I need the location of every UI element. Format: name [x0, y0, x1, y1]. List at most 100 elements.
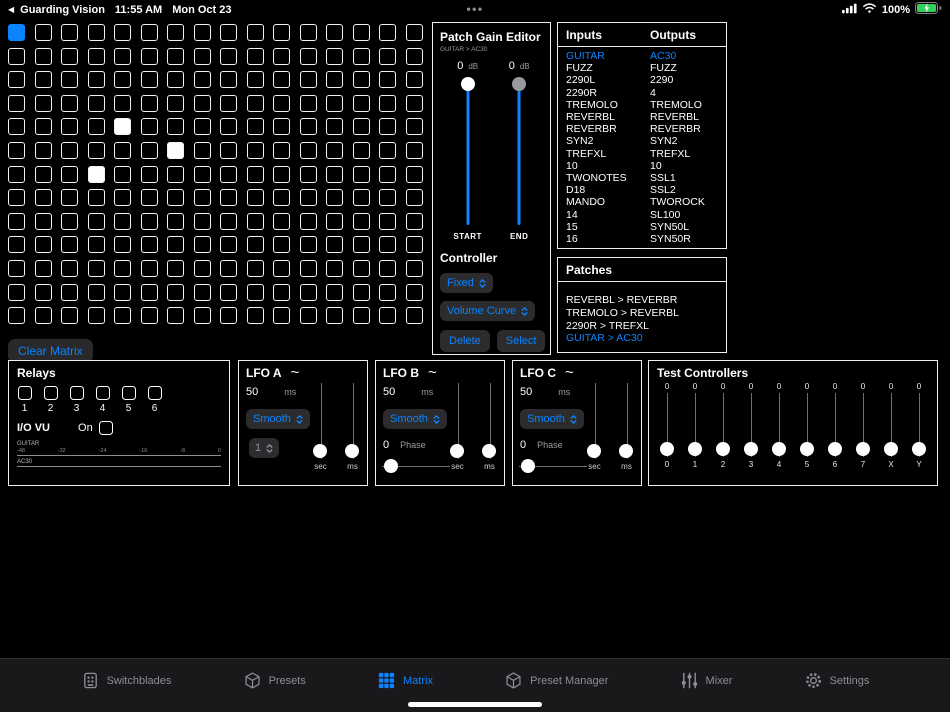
matrix-cell-r1-c8[interactable] [220, 47, 237, 65]
lfo-sec-slider[interactable] [587, 383, 602, 459]
matrix-cell-r7-c4[interactable] [114, 189, 131, 207]
matrix-cell-r12-c7[interactable] [193, 307, 211, 325]
matrix-cell-r6-c11[interactable] [299, 165, 317, 183]
matrix-cell-r5-c15[interactable] [405, 141, 423, 159]
lfo-ms-knob[interactable] [345, 444, 359, 458]
test-slider-track[interactable] [743, 393, 759, 457]
matrix-cell-r1-c3[interactable] [87, 47, 105, 65]
matrix-cell-r5-c0[interactable] [8, 141, 25, 159]
matrix-cell-r10-c3[interactable] [87, 259, 105, 277]
matrix-cell-r9-c8[interactable] [220, 236, 237, 254]
matrix-cell-r1-c12[interactable] [326, 47, 343, 65]
matrix-cell-r7-c13[interactable] [352, 189, 370, 207]
matrix-cell-r6-c0[interactable] [8, 165, 25, 183]
matrix-cell-r9-c0[interactable] [8, 236, 25, 254]
matrix-cell-r3-c4[interactable] [114, 94, 131, 112]
matrix-cell-r1-c14[interactable] [379, 47, 396, 65]
matrix-cell-r0-c9[interactable] [246, 24, 264, 41]
lfo-phase-knob[interactable] [521, 459, 535, 473]
matrix-cell-r4-c1[interactable] [34, 118, 52, 136]
output-item[interactable]: 4 [650, 87, 726, 99]
relay-checkbox-5[interactable] [121, 386, 136, 400]
matrix-cell-r10-c15[interactable] [405, 259, 423, 277]
matrix-cell-r8-c9[interactable] [246, 212, 264, 230]
matrix-cell-r10-c6[interactable] [167, 259, 184, 277]
matrix-cell-r6-c1[interactable] [34, 165, 52, 183]
matrix-cell-r6-c2[interactable] [61, 165, 78, 183]
matrix-cell-r4-c9[interactable] [246, 118, 264, 136]
test-slider-knob[interactable] [715, 442, 730, 456]
matrix-cell-r2-c9[interactable] [246, 71, 264, 89]
matrix-cell-r9-c14[interactable] [379, 236, 396, 254]
matrix-cell-r5-c4[interactable] [114, 141, 131, 159]
matrix-cell-r7-c7[interactable] [193, 189, 211, 207]
test-slider-knob[interactable] [659, 442, 674, 456]
matrix-cell-r11-c7[interactable] [193, 283, 211, 301]
matrix-cell-r3-c6[interactable] [167, 94, 184, 112]
test-slider-track[interactable] [827, 393, 843, 457]
matrix-cell-r4-c0[interactable] [8, 118, 25, 136]
matrix-cell-r10-c0[interactable] [8, 259, 25, 277]
matrix-cell-r4-c2[interactable] [61, 118, 78, 136]
matrix-cell-r6-c6[interactable] [167, 165, 184, 183]
input-item[interactable]: MANDO [566, 196, 642, 208]
input-item[interactable]: REVERBR [566, 123, 642, 135]
matrix-cell-r7-c5[interactable] [140, 189, 158, 207]
relay-checkbox-1[interactable] [17, 386, 32, 400]
matrix-cell-r0-c4[interactable] [114, 24, 131, 41]
matrix-cell-r5-c11[interactable] [299, 141, 317, 159]
matrix-cell-r1-c15[interactable] [405, 47, 423, 65]
output-item[interactable]: SSL2 [650, 184, 726, 196]
lfo-phase-knob[interactable] [384, 459, 398, 473]
matrix-cell-r2-c12[interactable] [326, 71, 343, 89]
matrix-cell-r7-c2[interactable] [61, 189, 78, 207]
matrix-cell-r11-c4[interactable] [114, 283, 131, 301]
matrix-cell-r9-c9[interactable] [246, 236, 264, 254]
test-slider-track[interactable] [799, 393, 815, 457]
matrix-cell-r10-c10[interactable] [273, 259, 290, 277]
matrix-cell-r5-c9[interactable] [246, 141, 264, 159]
lfo-ms-knob[interactable] [482, 444, 496, 458]
lfo-ms-slider[interactable] [619, 383, 634, 459]
matrix-cell-r11-c3[interactable] [87, 283, 105, 301]
matrix-cell-r5-c7[interactable] [193, 141, 211, 159]
matrix-cell-r8-c4[interactable] [114, 212, 131, 230]
sine-wave-icon[interactable]: ~ [428, 365, 437, 380]
test-slider-track[interactable] [771, 393, 787, 457]
input-item[interactable]: 2290L [566, 74, 642, 86]
matrix-cell-r9-c3[interactable] [87, 236, 105, 254]
matrix-cell-r1-c13[interactable] [352, 47, 370, 65]
matrix-cell-r6-c9[interactable] [246, 165, 264, 183]
matrix-cell-r12-c4[interactable] [114, 307, 131, 325]
matrix-cell-r11-c13[interactable] [352, 283, 370, 301]
output-item[interactable]: FUZZ [650, 62, 726, 74]
lfo-divider-dropdown[interactable]: 1 [249, 438, 280, 458]
matrix-cell-r5-c1[interactable] [34, 141, 52, 159]
output-item[interactable]: SSL1 [650, 172, 726, 184]
matrix-cell-r5-c6[interactable] [167, 141, 184, 159]
matrix-cell-r5-c5[interactable] [140, 141, 158, 159]
matrix-cell-r9-c4[interactable] [114, 236, 131, 254]
gain-knob[interactable] [512, 77, 527, 91]
matrix-cell-r4-c11[interactable] [299, 118, 317, 136]
input-item[interactable]: 2290R [566, 87, 642, 99]
test-slider-knob[interactable] [771, 442, 786, 456]
matrix-cell-r5-c3[interactable] [87, 141, 105, 159]
matrix-cell-r2-c4[interactable] [114, 71, 131, 89]
matrix-cell-r12-c0[interactable] [8, 307, 25, 325]
matrix-cell-r9-c5[interactable] [140, 236, 158, 254]
matrix-cell-r2-c2[interactable] [61, 71, 78, 89]
matrix-cell-r0-c12[interactable] [326, 24, 343, 41]
matrix-cell-r9-c7[interactable] [193, 236, 211, 254]
matrix-cell-r12-c3[interactable] [87, 307, 105, 325]
input-item[interactable]: SYN2 [566, 135, 642, 147]
matrix-cell-r10-c5[interactable] [140, 259, 158, 277]
output-item[interactable]: TREFXL [650, 148, 726, 160]
matrix-cell-r4-c10[interactable] [273, 118, 290, 136]
test-slider-track[interactable] [911, 393, 927, 457]
matrix-cell-r10-c8[interactable] [220, 259, 237, 277]
lfo-ms-knob[interactable] [619, 444, 633, 458]
matrix-cell-r9-c15[interactable] [405, 236, 423, 254]
output-item[interactable]: 10 [650, 160, 726, 172]
matrix-cell-r6-c4[interactable] [114, 165, 131, 183]
